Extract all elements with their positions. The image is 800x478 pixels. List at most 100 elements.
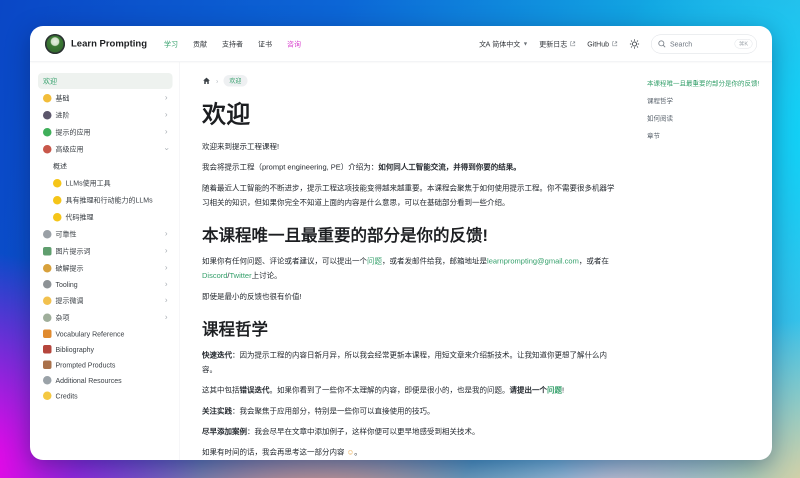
sidebar-item-vocabulary-reference[interactable]: Vocabulary Reference	[38, 327, 173, 342]
breadcrumb: › 欢迎	[202, 75, 619, 87]
locale-dropdown[interactable]: 文A 简体中文 ▼	[479, 39, 528, 49]
sidebar-item-overview[interactable]: 概述	[48, 158, 173, 174]
paragraph: 这其中包括错误迭代。如果你看到了一些你不太理解的内容，即便是很小的，也是我的问题…	[202, 383, 619, 398]
text: ：我会尽早在文章中添加例子，这样你便可以更早地感受到相关技术。	[247, 427, 480, 436]
navbar-link-certificates[interactable]: 证书	[258, 39, 272, 49]
sidebar-item-label: Credits	[55, 391, 78, 400]
sidebar-item-applied-prompting[interactable]: 提示的应用 ›	[38, 124, 173, 140]
sidebar-item-advanced-applications[interactable]: 高级应用 ›	[38, 141, 173, 157]
inline-link[interactable]: 问题	[547, 386, 562, 395]
sidebar-item-welcome[interactable]: 欢迎	[38, 73, 173, 89]
text: 欢迎来到提示工程课程!	[202, 142, 280, 152]
sidebar-item-label: Vocabulary Reference	[55, 329, 125, 338]
sidebar-item-prompt-hacking[interactable]: 破解提示 ›	[38, 260, 173, 276]
search-shortcut-badge: ⌘K	[734, 39, 753, 49]
chevron-right-icon: ›	[164, 263, 168, 272]
sidebar-item-bibliography[interactable]: Bibliography	[38, 342, 173, 357]
text: ，或者在	[578, 257, 609, 266]
navbar-link-supporters[interactable]: 支持者	[222, 39, 243, 49]
sidebar-item-label: 进阶	[55, 111, 70, 119]
text: !	[562, 386, 565, 395]
paragraph: 随着最近人工智能的不断进步，提示工程这项技能变得越来越重要。本课程会聚焦于如何使…	[202, 181, 619, 210]
smiley-icon	[43, 93, 52, 103]
sidebar-item-llms-reason-act[interactable]: 具有推理和行动能力的LLMs	[48, 192, 173, 208]
sidebar-item-llms-using-tools[interactable]: LLMs使用工具	[48, 175, 173, 191]
external-link-icon	[612, 41, 618, 47]
yellow-circle-icon	[53, 178, 62, 188]
translate-icon: 文A	[479, 39, 490, 48]
toc-link-philosophy[interactable]: 课程哲学	[647, 96, 763, 105]
section-heading: 本课程唯一且最重要的部分是你的反馈!	[202, 226, 488, 245]
theme-toggle-sun-icon[interactable]	[629, 38, 640, 49]
article-body: 欢迎来到提示工程课程! 我会将提示工程（prompt engineering, P…	[202, 140, 619, 460]
test-tube-icon	[43, 127, 52, 137]
sidebar-item-reliability[interactable]: 可靠性 ›	[38, 226, 173, 242]
bold-text: 尽早添加案例	[202, 427, 248, 436]
navbar-link-consulting[interactable]: 咨询	[287, 39, 301, 49]
sidebar-item-prompted-products[interactable]: Prompted Products	[38, 358, 173, 373]
paragraph: 欢迎来到提示工程课程!	[202, 140, 619, 155]
inline-link[interactable]: 问题	[367, 257, 382, 266]
bold-text: 关注实践	[202, 406, 233, 416]
chevron-down-icon: ▼	[522, 40, 529, 47]
inline-link[interactable]: Twitter	[230, 272, 252, 281]
sidebar-item-label: 具有推理和行动能力的LLMs	[65, 196, 153, 204]
lock-icon	[43, 263, 52, 273]
navbar-right: 文A 简体中文 ▼ 更新日志 GitHub Search ⌘K	[479, 34, 757, 54]
navbar-links: 学习 贡献 支持者 证书 咨询	[164, 39, 301, 49]
sidebar-item-tooling[interactable]: Tooling ›	[38, 277, 173, 292]
sidebar-item-code-reasoning[interactable]: 代码推理	[48, 209, 173, 225]
paragraph: 我会将提示工程（prompt engineering, PE）介绍为：如何同人工…	[202, 160, 619, 175]
text: 即使是最小的反馈也很有价值!	[202, 292, 302, 301]
ufo-icon	[43, 376, 52, 385]
sidebar-item-label: 代码推理	[65, 213, 94, 221]
sidebar-item-label: 提示的应用	[55, 128, 91, 136]
hammer-icon	[43, 280, 52, 289]
inline-link[interactable]: Discord	[202, 272, 227, 281]
github-link[interactable]: GitHub	[587, 40, 618, 48]
locale-label: 简体中文	[492, 39, 521, 48]
smiley-emoji-icon: ☺	[346, 448, 355, 457]
sidebar-item-credits[interactable]: Credits	[38, 389, 173, 404]
sidebar-item-miscellaneous[interactable]: 杂项 ›	[38, 310, 173, 326]
page-title: 欢迎	[202, 101, 251, 129]
sidebar-item-intermediate[interactable]: 进阶 ›	[38, 107, 173, 123]
toc-link-how-to-read[interactable]: 如何阅读	[647, 114, 763, 123]
sidebar-item-label: 提示微调	[55, 296, 84, 305]
chevron-right-icon: ›	[164, 229, 168, 238]
toc-link-feedback[interactable]: 本课程唯一且最重要的部分是你的反馈!	[647, 79, 763, 88]
biceps-icon	[43, 296, 52, 305]
sidebar-item-additional-resources[interactable]: Additional Resources	[38, 373, 173, 388]
books-icon	[43, 345, 52, 354]
sparkles-icon	[43, 391, 52, 400]
sidebar-item-prompt-tuning[interactable]: 提示微调 ›	[38, 293, 173, 309]
package-icon	[43, 360, 52, 369]
bold-text: 错误迭代	[239, 386, 270, 395]
search-input[interactable]: Search ⌘K	[651, 34, 757, 54]
chevron-down-icon: ›	[162, 147, 171, 151]
home-icon[interactable]	[202, 76, 211, 85]
book-icon	[43, 329, 52, 338]
yellow-circle-icon	[53, 195, 62, 205]
sidebar-item-image-prompting[interactable]: 图片提示词 ›	[38, 243, 173, 259]
sidebar-item-label: Bibliography	[55, 345, 95, 354]
text: ：我会聚焦于应用部分，特别是一些你可以直接使用的技巧。	[232, 406, 435, 416]
brand-link[interactable]: Learn Prompting	[45, 33, 147, 54]
breadcrumb-separator-icon: ›	[216, 76, 219, 85]
picture-icon	[43, 246, 52, 256]
sidebar: 欢迎 基础 › 进阶 › 提示的应用 › 高级应用 › 概述 LLMs使用工具 具有推理和行动能力的L…	[30, 62, 180, 460]
sidebar-item-label: 基础	[55, 94, 70, 102]
changelog-link[interactable]: 更新日志	[539, 39, 576, 49]
navbar-link-contribute[interactable]: 贡献	[193, 39, 207, 49]
changelog-label: 更新日志	[539, 39, 568, 48]
text: 上讨论。	[251, 271, 282, 281]
navbar-link-learn[interactable]: 学习	[164, 39, 178, 49]
text: 。如果你看到了一些你不太理解的内容，即便是很小的，也是我的问题。	[269, 386, 510, 395]
toc-link-chapters[interactable]: 章节	[647, 131, 763, 140]
chevron-right-icon: ›	[164, 246, 168, 255]
inline-link[interactable]: learnprompting@gmail.com	[487, 257, 579, 266]
paragraph: 尽早添加案例：我会尽早在文章中添加例子，这样你便可以更早地感受到相关技术。	[202, 424, 619, 439]
sidebar-item-label: LLMs使用工具	[65, 179, 111, 187]
sidebar-item-basics[interactable]: 基础 ›	[38, 90, 173, 106]
chevron-right-icon: ›	[164, 110, 168, 119]
